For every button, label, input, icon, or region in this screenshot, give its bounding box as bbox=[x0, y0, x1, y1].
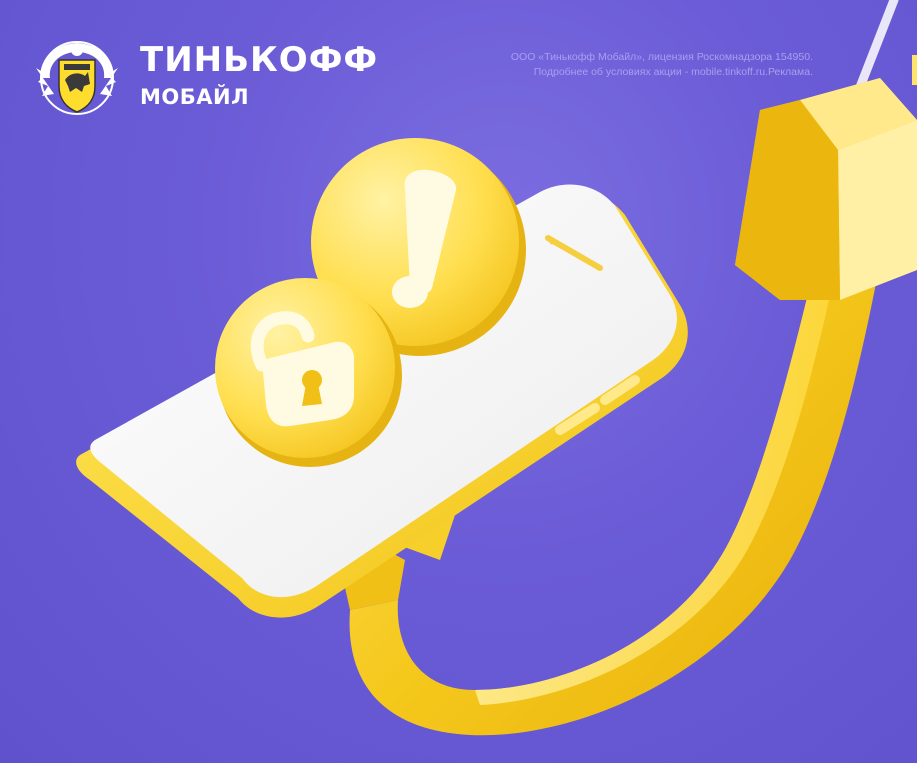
illustration bbox=[76, 0, 917, 736]
brand-name: ТИНЬКОФФ bbox=[140, 40, 379, 80]
legal-line-1: ООО «Тинькофф Мобайл», лицензия Роскомна… bbox=[510, 51, 813, 63]
promo-banner: ТИНЬКОФФ МОБАЙЛ ООО «Тинькофф Мобайл», л… bbox=[0, 0, 917, 763]
legal-line-2: Подробнее об условиях акции - mobile.tin… bbox=[533, 66, 813, 78]
brand-subtitle: МОБАЙЛ bbox=[140, 85, 250, 109]
legal-disclaimer: ООО «Тинькофф Мобайл», лицензия Роскомна… bbox=[393, 50, 813, 80]
tinkoff-logo-icon bbox=[36, 41, 118, 115]
